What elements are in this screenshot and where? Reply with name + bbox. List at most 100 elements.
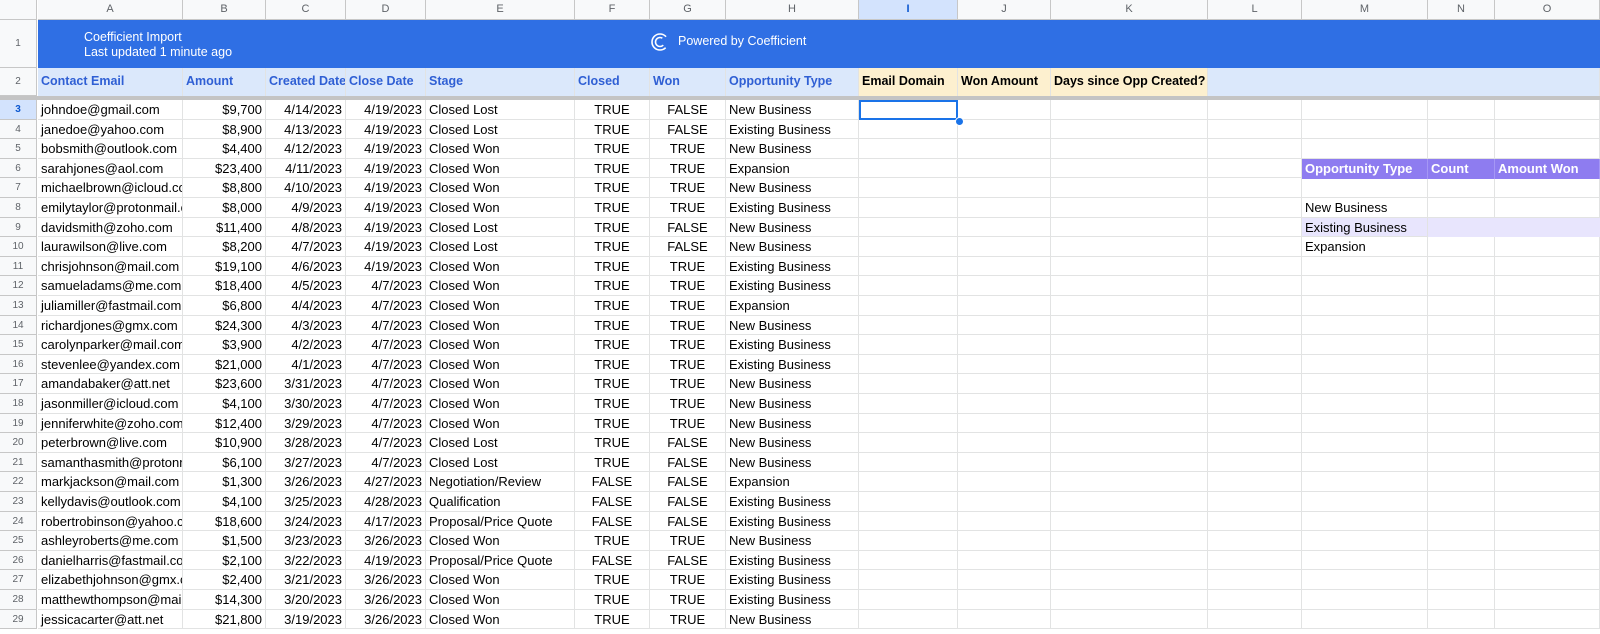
- cell-amount[interactable]: $19,100: [183, 256, 266, 277]
- cell-empty[interactable]: [859, 315, 958, 336]
- cell-empty[interactable]: [1428, 119, 1495, 140]
- cell-close-date[interactable]: 4/19/2023: [346, 256, 426, 277]
- cell-empty[interactable]: [1428, 550, 1495, 571]
- cell-empty[interactable]: [859, 178, 958, 198]
- cell-created-date[interactable]: 4/1/2023: [266, 354, 346, 375]
- cell-amount[interactable]: $10,900: [183, 433, 266, 453]
- cell-won[interactable]: TRUE: [650, 178, 726, 198]
- cell-empty[interactable]: [1051, 100, 1208, 120]
- cell-empty[interactable]: [859, 217, 958, 238]
- header-email-domain[interactable]: Email Domain: [859, 68, 958, 96]
- cell-empty[interactable]: [1302, 178, 1428, 198]
- row-header-15[interactable]: 15: [0, 335, 37, 355]
- cell-opportunity-type[interactable]: New Business: [726, 315, 859, 336]
- header-closed[interactable]: Closed: [575, 68, 650, 96]
- cell-contact-email[interactable]: jenniferwhite@zoho.com: [38, 413, 183, 434]
- cell-empty[interactable]: [1428, 472, 1495, 492]
- cell-empty[interactable]: [1302, 374, 1428, 394]
- cell-empty[interactable]: [1428, 237, 1495, 257]
- cell-empty[interactable]: [1051, 256, 1208, 277]
- cell-stage[interactable]: Closed Won: [426, 276, 575, 296]
- header-won[interactable]: Won: [650, 68, 726, 96]
- cell-won[interactable]: TRUE: [650, 570, 726, 590]
- cell-empty[interactable]: [958, 492, 1051, 512]
- cell-won[interactable]: FALSE: [650, 492, 726, 512]
- cell-empty[interactable]: [1495, 315, 1600, 336]
- cell-empty[interactable]: [1495, 374, 1600, 394]
- select-all-corner[interactable]: [0, 0, 37, 20]
- cell-created-date[interactable]: 3/30/2023: [266, 394, 346, 414]
- row-header-13[interactable]: 13: [0, 296, 37, 316]
- cell-empty[interactable]: [1208, 158, 1302, 179]
- cell-closed[interactable]: TRUE: [575, 433, 650, 453]
- cell-empty[interactable]: [958, 609, 1051, 630]
- cell-won[interactable]: FALSE: [650, 237, 726, 257]
- row-header-7[interactable]: 7: [0, 178, 37, 198]
- column-header-g[interactable]: G: [650, 0, 726, 20]
- column-header-h[interactable]: H: [726, 0, 859, 20]
- cell-empty[interactable]: [1208, 335, 1302, 355]
- cell-opportunity-type[interactable]: New Business: [726, 178, 859, 198]
- cell-empty[interactable]: [859, 394, 958, 414]
- cell-empty[interactable]: [1051, 139, 1208, 159]
- cell-empty[interactable]: [859, 139, 958, 159]
- cell-created-date[interactable]: 3/25/2023: [266, 492, 346, 512]
- cell-empty[interactable]: [1051, 237, 1208, 257]
- cell-empty[interactable]: [1428, 413, 1495, 434]
- cell-empty[interactable]: [859, 237, 958, 257]
- cell-amount[interactable]: $8,200: [183, 237, 266, 257]
- cell-empty[interactable]: [1051, 354, 1208, 375]
- cell-contact-email[interactable]: johndoe@gmail.com: [38, 100, 183, 120]
- cell-amount[interactable]: $1,500: [183, 531, 266, 551]
- fill-handle[interactable]: [955, 117, 964, 126]
- cell-empty[interactable]: [1208, 198, 1302, 218]
- cell-empty[interactable]: [1208, 452, 1302, 473]
- header-contact-email[interactable]: Contact Email: [38, 68, 183, 96]
- row-header-25[interactable]: 25: [0, 531, 37, 551]
- cell-empty[interactable]: [1302, 472, 1428, 492]
- cell-empty[interactable]: [1051, 413, 1208, 434]
- cell-empty[interactable]: [958, 570, 1051, 590]
- cell-closed[interactable]: TRUE: [575, 217, 650, 238]
- cell-amount[interactable]: $4,100: [183, 492, 266, 512]
- column-header-i[interactable]: I: [859, 0, 958, 20]
- cell-empty[interactable]: [859, 492, 958, 512]
- cell-contact-email[interactable]: robertrobinson@yahoo.com: [38, 511, 183, 532]
- cell-empty[interactable]: [1208, 119, 1302, 140]
- cell-empty[interactable]: [1208, 354, 1302, 375]
- cell-empty[interactable]: [859, 550, 958, 571]
- cell-amount[interactable]: $11,400: [183, 217, 266, 238]
- cell-empty[interactable]: [1428, 354, 1495, 375]
- cell-opportunity-type[interactable]: Existing Business: [726, 276, 859, 296]
- cell-created-date[interactable]: 3/29/2023: [266, 413, 346, 434]
- cell-empty[interactable]: [1051, 590, 1208, 610]
- cell-empty[interactable]: [1495, 452, 1600, 473]
- header-close-date[interactable]: Close Date: [346, 68, 426, 96]
- cell-close-date[interactable]: 4/19/2023: [346, 550, 426, 571]
- row-header-10[interactable]: 10: [0, 237, 37, 257]
- cell-close-date[interactable]: 4/17/2023: [346, 511, 426, 532]
- cell-empty[interactable]: [1051, 178, 1208, 198]
- header-won-amount[interactable]: Won Amount: [958, 68, 1051, 96]
- cell-empty[interactable]: [859, 198, 958, 218]
- cell-empty[interactable]: [958, 374, 1051, 394]
- cell-won[interactable]: TRUE: [650, 609, 726, 630]
- cell-stage[interactable]: Closed Won: [426, 296, 575, 316]
- cell-contact-email[interactable]: carolynparker@mail.com: [38, 335, 183, 355]
- cell-amount[interactable]: $2,400: [183, 570, 266, 590]
- cell-contact-email[interactable]: sarahjones@aol.com: [38, 158, 183, 179]
- cell-close-date[interactable]: 4/19/2023: [346, 198, 426, 218]
- cell-empty[interactable]: [1208, 413, 1302, 434]
- cell-opportunity-type[interactable]: Existing Business: [726, 492, 859, 512]
- header-amount[interactable]: Amount: [183, 68, 266, 96]
- cell-closed[interactable]: TRUE: [575, 315, 650, 336]
- cell-empty[interactable]: [1428, 198, 1495, 218]
- cell-empty[interactable]: [1051, 394, 1208, 414]
- cell-stage[interactable]: Closed Won: [426, 158, 575, 179]
- cell-opportunity-type[interactable]: Existing Business: [726, 354, 859, 375]
- cell-close-date[interactable]: 4/19/2023: [346, 139, 426, 159]
- cell-stage[interactable]: Closed Won: [426, 139, 575, 159]
- cell-created-date[interactable]: 4/11/2023: [266, 158, 346, 179]
- cell-opportunity-type[interactable]: Existing Business: [726, 550, 859, 571]
- cell-won[interactable]: FALSE: [650, 550, 726, 571]
